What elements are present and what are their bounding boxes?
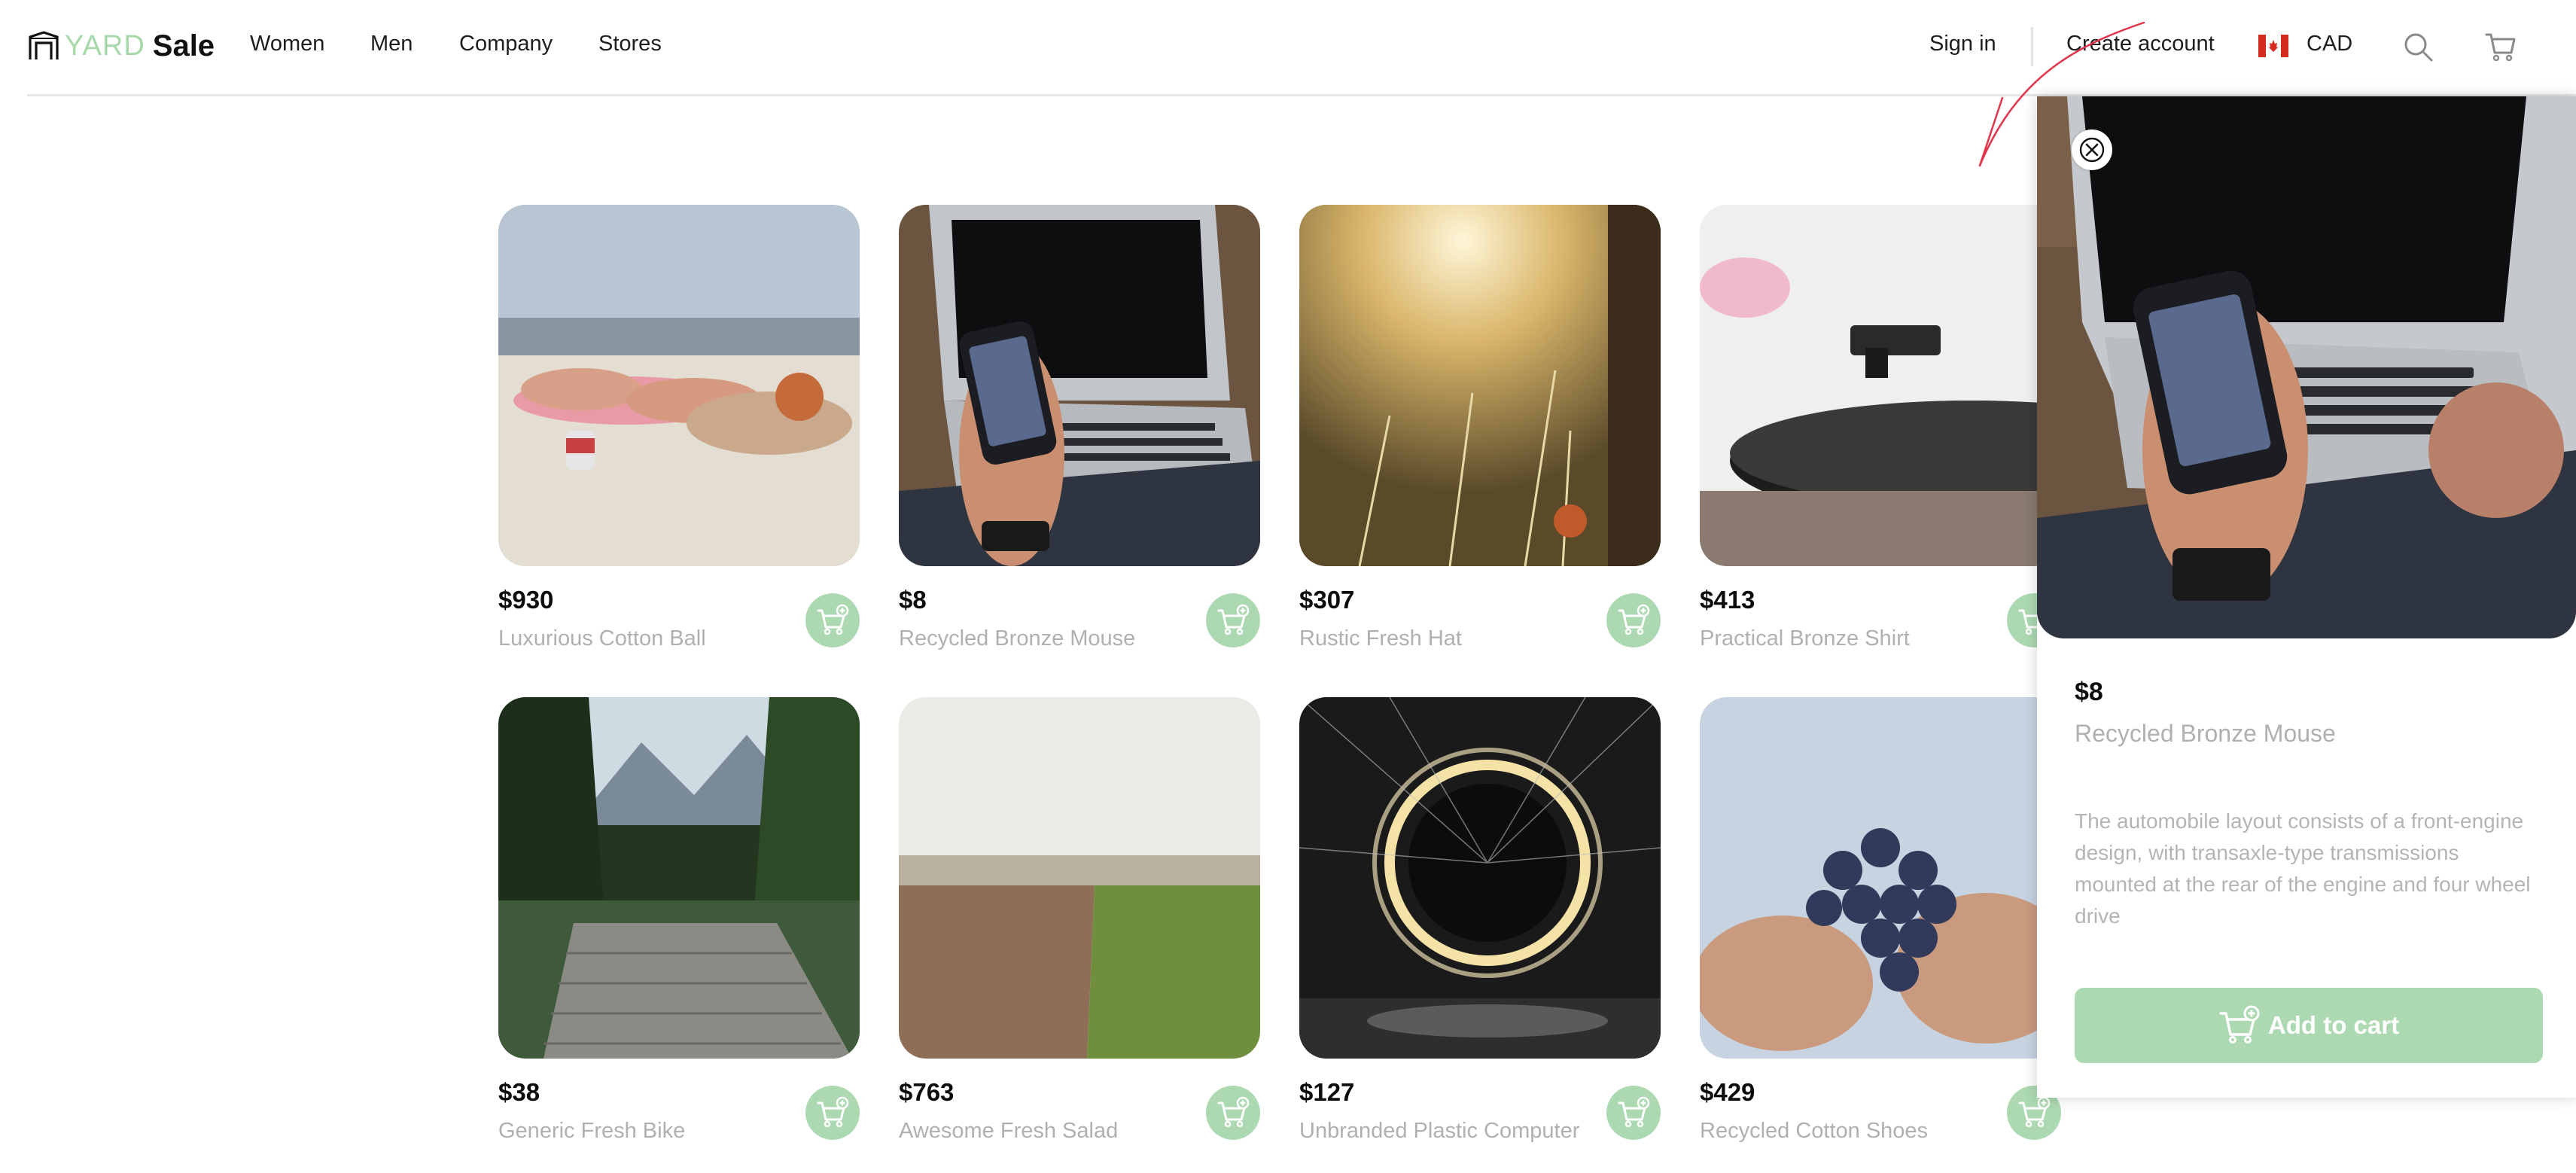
product-price: $127 xyxy=(1299,1078,1355,1106)
add-to-cart-icon xyxy=(2018,1096,2051,1128)
close-icon xyxy=(2079,137,2105,163)
product-name: Recycled Bronze Mouse xyxy=(899,626,1136,650)
add-to-cart-label: Add to cart xyxy=(2267,1011,2400,1039)
product-name: Recycled Cotton Shoes xyxy=(1700,1119,1929,1143)
nav-company[interactable]: Company xyxy=(459,32,553,56)
phone-and-laptop-image xyxy=(2037,96,2576,638)
add-to-cart-icon xyxy=(1618,1096,1650,1128)
product-price: $8 xyxy=(899,586,927,614)
product-price: $763 xyxy=(899,1078,955,1106)
add-to-cart-icon xyxy=(817,1096,849,1128)
add-to-cart-button[interactable] xyxy=(1206,1086,1260,1140)
close-detail-button[interactable] xyxy=(2072,129,2112,170)
plowed-field-image xyxy=(899,697,1260,1059)
add-to-cart-icon xyxy=(817,604,849,635)
light-painting-ring-image xyxy=(1299,697,1661,1059)
add-to-cart-button[interactable] xyxy=(805,1086,860,1140)
detail-price: $8 xyxy=(2075,678,2103,706)
add-to-cart-icon xyxy=(1217,1096,1250,1128)
shopping-cart-icon[interactable] xyxy=(2484,30,2517,63)
phone-and-laptop-image xyxy=(899,205,1260,566)
product-price: $429 xyxy=(1700,1078,1755,1106)
detail-description: The automobile layout consists of a fron… xyxy=(2075,809,2531,928)
search-icon[interactable] xyxy=(2401,30,2434,63)
product-image[interactable] xyxy=(498,697,860,1059)
product-price: $38 xyxy=(498,1078,540,1106)
add-to-cart-button[interactable] xyxy=(1206,593,1260,647)
nav-men[interactable]: Men xyxy=(370,32,413,56)
record-player-image xyxy=(1700,205,2061,566)
hands-holding-grapes-image xyxy=(1700,697,2061,1059)
product-name: Awesome Fresh Salad xyxy=(899,1119,1119,1143)
product-image[interactable] xyxy=(1700,697,2061,1059)
detail-product-name: Recycled Bronze Mouse xyxy=(2075,720,2336,747)
product-image[interactable] xyxy=(498,205,860,566)
sign-in-link[interactable]: Sign in xyxy=(1929,32,1996,56)
brand-name-part1: YARD xyxy=(65,29,145,62)
add-to-cart-icon xyxy=(1217,604,1250,635)
product-name: Unbranded Plastic Computer xyxy=(1299,1119,1580,1143)
header-divider xyxy=(2031,27,2033,66)
top-navbar: YARD Sale Women Men Company Stores Sign … xyxy=(0,0,2576,95)
product-image[interactable] xyxy=(1299,205,1661,566)
product-name: Rustic Fresh Hat xyxy=(1299,626,1462,650)
product-image[interactable] xyxy=(1299,697,1661,1059)
product-detail-panel: $8 Recycled Bronze Mouse The automobile … xyxy=(2037,96,2576,1098)
add-to-cart-icon xyxy=(1618,604,1650,635)
add-to-cart-button[interactable] xyxy=(1606,1086,1661,1140)
product-image[interactable] xyxy=(899,205,1260,566)
product-price: $413 xyxy=(1700,586,1755,614)
create-account-link[interactable]: Create account xyxy=(2066,32,2215,56)
product-name: Practical Bronze Shirt xyxy=(1700,626,1910,650)
add-to-cart-button[interactable] xyxy=(1606,593,1661,647)
product-name: Luxurious Cotton Ball xyxy=(498,626,706,650)
yard-sale-logo-icon xyxy=(29,31,59,59)
add-to-cart-icon xyxy=(2219,1005,2260,1044)
product-price: $307 xyxy=(1299,586,1355,614)
add-to-cart-button[interactable]: Add to cart xyxy=(2075,988,2543,1063)
nav-stores[interactable]: Stores xyxy=(598,32,662,56)
product-image[interactable] xyxy=(899,697,1260,1059)
lake-dock-mountains-image xyxy=(498,697,860,1059)
product-image[interactable] xyxy=(1700,205,2061,566)
detail-product-image xyxy=(2037,96,2576,638)
add-to-cart-button[interactable] xyxy=(805,593,860,647)
nav-women[interactable]: Women xyxy=(250,32,324,56)
brand-logo[interactable]: YARD Sale xyxy=(27,27,215,65)
product-price: $930 xyxy=(498,586,554,614)
sunlit-grass-image xyxy=(1299,205,1661,566)
beach-sunbathing-image xyxy=(498,205,860,566)
product-name: Generic Fresh Bike xyxy=(498,1119,686,1143)
canada-flag-icon xyxy=(2258,35,2288,57)
brand-name-part2: Sale xyxy=(152,29,215,62)
currency-selector[interactable]: CAD xyxy=(2307,32,2352,56)
